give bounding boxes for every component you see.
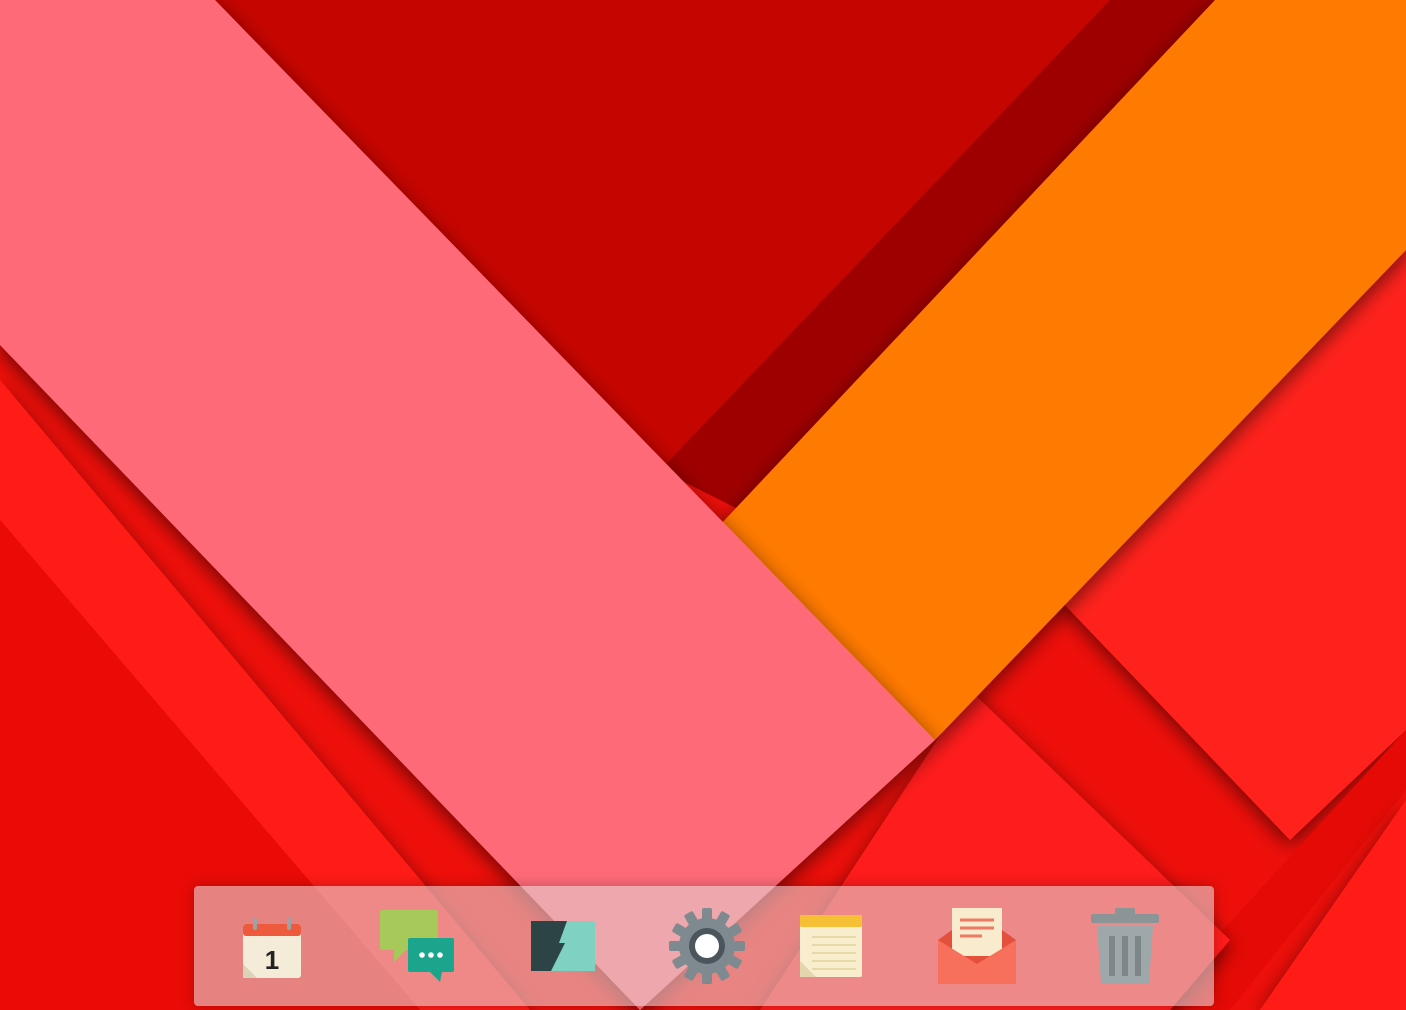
- chat-bubbles-icon: [380, 910, 454, 982]
- calendar-day-text: 1: [265, 945, 279, 975]
- trash-icon: [1091, 908, 1159, 984]
- dock-item-calendar[interactable]: 1: [226, 886, 316, 1006]
- dock-item-notes[interactable]: [786, 886, 876, 1006]
- notepad-icon: [800, 915, 862, 977]
- gear-icon: [669, 908, 745, 984]
- dock-item-settings[interactable]: [662, 886, 752, 1006]
- lightning-app-icon: [531, 921, 595, 971]
- envelope-icon: [938, 908, 1016, 984]
- calendar-icon: 1: [243, 918, 301, 978]
- dock: 1: [194, 886, 1214, 1006]
- dock-item-trash[interactable]: [1080, 886, 1170, 1006]
- dock-item-messages[interactable]: [370, 886, 460, 1006]
- dock-item-mail[interactable]: [932, 886, 1022, 1006]
- desktop: 1: [0, 0, 1406, 1010]
- wallpaper: [0, 0, 1406, 1010]
- dock-item-terminal[interactable]: [518, 886, 608, 1006]
